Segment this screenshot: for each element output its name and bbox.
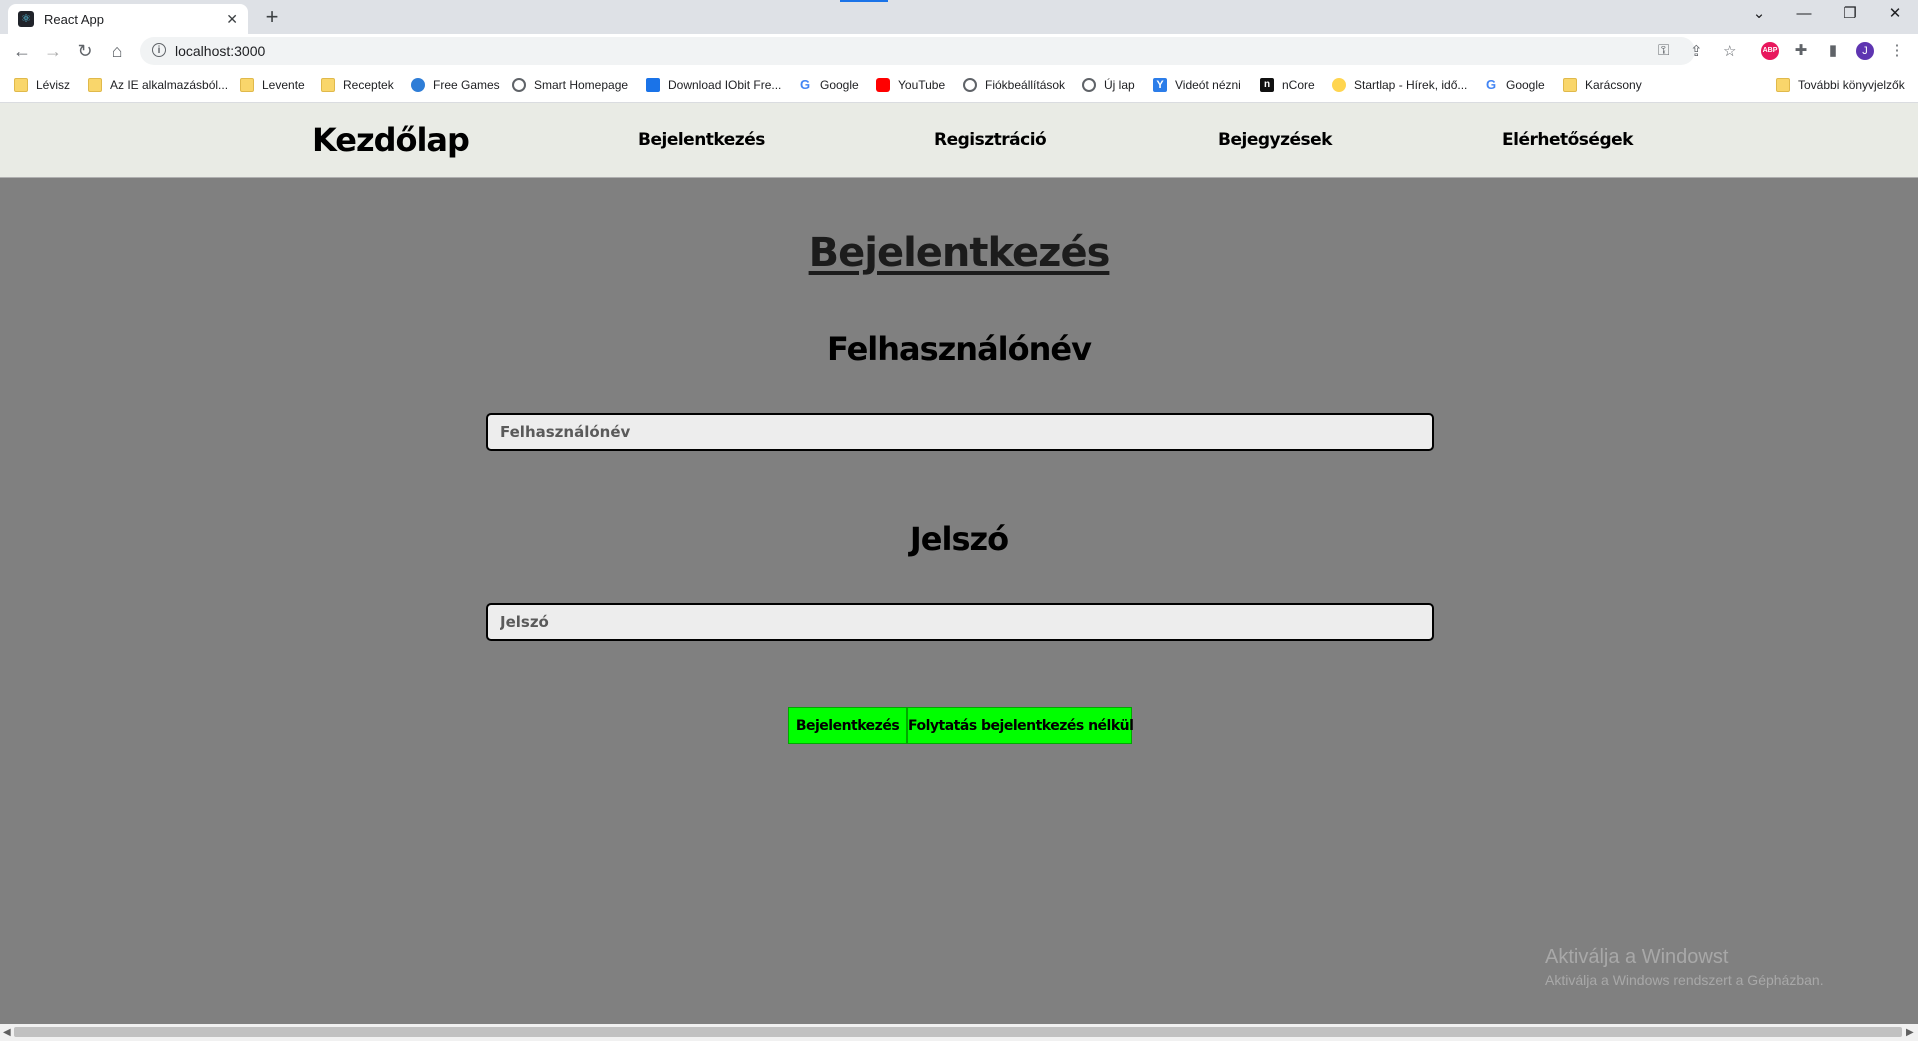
new-tab-button[interactable]: + [258,4,286,32]
site-navbar: Kezdőlap Bejelentkezés Regisztráció Beje… [0,103,1918,178]
tab-loading-indicator [840,0,888,2]
reload-button[interactable]: ↻ [71,38,99,64]
bookmark-item[interactable]: Karácsony [1563,68,1642,102]
scrollbar-thumb[interactable] [14,1027,1902,1037]
bookmark-item[interactable]: Az IE alkalmazásból... [88,68,228,102]
forward-button[interactable]: → [39,38,67,64]
other-bookmarks[interactable]: További könyvjelzők [1776,68,1905,102]
browser-tab[interactable]: ⚛ React App ✕ [8,4,248,34]
site-info-icon[interactable]: i [152,43,166,57]
password-label: Jelszó [909,520,1009,558]
back-button[interactable]: ← [8,38,36,64]
restore-button[interactable]: ❐ [1827,0,1873,30]
folder-icon [14,78,28,92]
address-bar[interactable]: i localhost:3000 ⚿ ⇪ ☆ [140,37,1736,65]
scroll-left-arrow-icon[interactable]: ◀ [3,1024,11,1041]
bookmark-item[interactable]: Receptek [321,68,394,102]
adblock-extension-icon[interactable]: ABP [1761,42,1779,60]
tab-title: React App [44,11,104,27]
bookmarks-bar: Lévisz Az IE alkalmazásból... Levente Re… [0,68,1918,103]
youtube-icon [876,78,890,92]
username-label: Felhasználónév [827,330,1092,368]
bookmark-item[interactable]: Smart Homepage [512,68,628,102]
share-icon[interactable]: ⇪ [1690,42,1703,60]
nav-contacts-link[interactable]: Elérhetőségek [1502,103,1633,177]
nav-login-link[interactable]: Bejelentkezés [638,103,765,177]
folder-icon [1563,78,1577,92]
profile-avatar[interactable]: J [1856,42,1874,60]
windows-activation-title: Aktiválja a Windowst [1545,946,1729,968]
iobit-icon [646,78,660,92]
bookmark-item[interactable]: G Google [1484,68,1545,102]
key-icon[interactable]: ⚿ [1658,42,1669,59]
tab-search-button[interactable]: ⌄ [1736,0,1782,30]
bookmark-item[interactable]: Download IObit Fre... [646,68,781,102]
bookmark-item[interactable]: Startlap - Hírek, idő... [1332,68,1467,102]
login-button[interactable]: Bejelentkezés [788,707,907,744]
bookmark-item[interactable]: Lévisz [14,68,70,102]
nav-register-link[interactable]: Regisztráció [934,103,1047,177]
bookmark-item[interactable]: G Google [798,68,859,102]
close-tab-icon[interactable]: ✕ [226,11,238,28]
bookmark-item[interactable]: Free Games [411,68,500,102]
bookmark-item[interactable]: Fiókbeállítások [963,68,1065,102]
ncore-icon: n [1260,78,1274,92]
bookmark-item[interactable]: Levente [240,68,305,102]
bookmark-item[interactable]: Új lap [1082,68,1135,102]
menu-kebab-icon[interactable]: ⋮ [1888,42,1906,60]
horizontal-scrollbar[interactable]: ◀ ▶ [0,1024,1918,1041]
browser-toolbar: ← → ↻ ⌂ i localhost:3000 ⚿ ⇪ ☆ ABP ✚ ▮ J… [0,34,1918,68]
globe-icon [963,78,977,92]
nav-posts-link[interactable]: Bejegyzések [1218,103,1332,177]
address-url[interactable]: localhost:3000 [175,37,265,65]
folder-icon [1776,78,1790,92]
bookmark-item[interactable]: Y Videót nézni [1153,68,1241,102]
folder-icon [240,78,254,92]
bookmark-star-icon[interactable]: ☆ [1723,42,1736,60]
google-icon: G [799,77,811,92]
globe-icon [1082,78,1096,92]
folder-icon [321,78,335,92]
bookmark-item[interactable]: YouTube [876,68,945,102]
extensions-puzzle-icon[interactable]: ✚ [1792,42,1810,60]
page-title: Bejelentkezés [808,230,1111,276]
browser-tab-strip: ⚛ React App ✕ + ⌄ — ❐ ✕ [0,0,1918,34]
yandex-icon: Y [1153,78,1167,92]
globe-icon [512,78,526,92]
globe-icon [411,78,425,92]
startlap-icon [1332,78,1346,92]
react-logo-icon: ⚛ [18,11,34,27]
bookmark-item[interactable]: n nCore [1260,68,1315,102]
google-icon: G [1485,77,1497,92]
minimize-button[interactable]: — [1781,0,1827,30]
password-input[interactable] [486,603,1434,641]
continue-without-login-button[interactable]: Folytatás bejelentkezés nélkül [907,707,1134,744]
folder-icon [88,78,102,92]
home-button[interactable]: ⌂ [103,38,131,64]
windows-activation-subtitle: Aktiválja a Windows rendszert a Gépházba… [1545,972,1824,988]
scroll-right-arrow-icon[interactable]: ▶ [1906,1024,1914,1041]
nav-home-link[interactable]: Kezdőlap [312,103,470,177]
side-panel-icon[interactable]: ▮ [1824,42,1842,60]
close-window-button[interactable]: ✕ [1872,0,1918,30]
username-input[interactable] [486,413,1434,451]
